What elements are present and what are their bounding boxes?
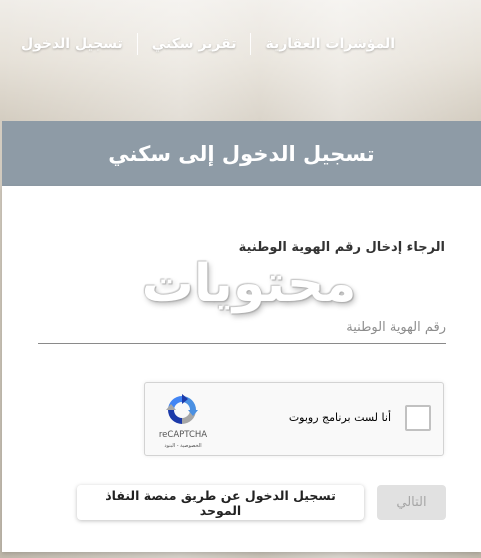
nav-link-sakani-report[interactable]: تقرير سكني bbox=[138, 36, 251, 52]
page-title: تسجيل الدخول إلى سكني bbox=[108, 141, 375, 166]
recaptcha-widget: أنا لست برنامج روبوت reCAPTCHA الخصوصية … bbox=[144, 382, 444, 456]
recaptcha-privacy-terms-link[interactable]: الخصوصية - البنود bbox=[153, 443, 213, 449]
recaptcha-brand: reCAPTCHA bbox=[158, 430, 208, 440]
recaptcha-label: أنا لست برنامج روبوت bbox=[288, 411, 391, 424]
national-id-label: الرجاء إدخال رقم الهوية الوطنية bbox=[238, 240, 445, 255]
national-id-input[interactable] bbox=[38, 312, 446, 344]
top-navigation: المؤشرات العقارية تقرير سكني تسجيل الدخو… bbox=[0, 30, 409, 58]
next-button[interactable]: التالي bbox=[377, 485, 446, 520]
national-sso-login-button[interactable]: تسجيل الدخول عن طريق منصة النفاذ الموحد bbox=[77, 485, 364, 520]
nav-link-real-estate-indicators[interactable]: المؤشرات العقارية bbox=[251, 36, 409, 52]
recaptcha-checkbox[interactable] bbox=[405, 405, 431, 431]
recaptcha-logo-icon bbox=[166, 394, 198, 424]
nav-link-login[interactable]: تسجيل الدخول bbox=[7, 36, 137, 52]
login-card-header: تسجيل الدخول إلى سكني bbox=[2, 121, 481, 186]
